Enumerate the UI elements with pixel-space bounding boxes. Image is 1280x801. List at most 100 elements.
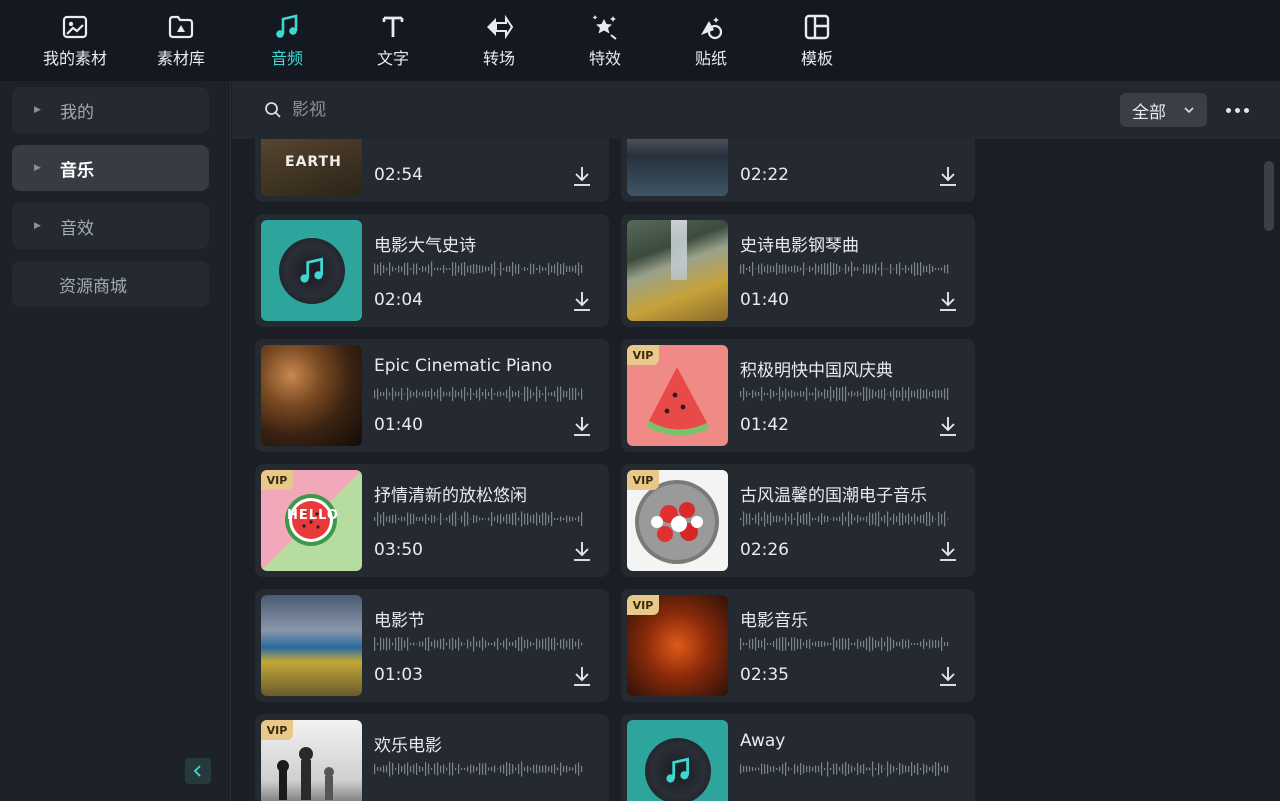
waveform [374,636,583,652]
caret-right-icon: ▶ [34,105,41,115]
track-thumbnail: VIP [627,470,728,571]
track-title: Epic Cinematic Piano [374,356,553,376]
download-icon[interactable] [937,415,959,437]
search-input[interactable] [292,97,692,123]
tab-template[interactable]: 模板 [764,0,870,81]
top-toolbar: 我的素材 素材库 音频 文字 转场 特效 贴纸 模板 [0,0,1280,81]
tab-my-media[interactable]: 我的素材 [22,0,128,81]
tab-sticker[interactable]: 贴纸 [658,0,764,81]
main-panel: 全部 EARTH 02:54 02:22 [232,81,1280,801]
tab-label: 素材库 [156,49,205,68]
track-duration: 01:03 [374,665,423,685]
collapse-sidebar-button[interactable] [185,758,211,784]
waveform [740,511,949,527]
filter-select[interactable]: 全部 [1120,93,1207,127]
tab-label: 音频 [270,49,303,68]
scrollbar-thumb[interactable] [1264,161,1274,231]
track-card[interactable]: 电影大气史诗 02:04 [255,214,609,327]
track-card[interactable]: VIP 积极明快中国风庆典 01:42 [621,339,975,452]
more-options-button[interactable] [1222,99,1252,121]
vip-badge: VIP [261,720,293,740]
effects-icon [590,12,620,42]
download-icon[interactable] [937,290,959,312]
sidebar-item-store[interactable]: 资源商城 [12,261,209,307]
download-icon[interactable] [571,415,593,437]
my-media-icon [60,12,90,42]
track-card[interactable]: Away [621,714,975,801]
track-thumbnail: EARTH [261,139,362,196]
search-bar: 全部 [232,81,1280,139]
tab-text[interactable]: 文字 [340,0,446,81]
template-icon [802,12,832,42]
track-duration: 01:42 [740,415,789,435]
track-card[interactable]: EARTH 02:54 [255,139,609,202]
sidebar-item-mine[interactable]: ▶ 我的 [12,87,209,133]
waveform [740,636,949,652]
waterfall-shape [671,220,687,280]
tab-library[interactable]: 素材库 [128,0,234,81]
waveform [374,386,583,402]
tab-transition[interactable]: 转场 [446,0,552,81]
track-card[interactable]: VIP 电影音乐 02:35 [621,589,975,702]
dot-icon [1234,107,1240,113]
track-title: 抒情清新的放松悠闲 [374,486,527,506]
download-icon[interactable] [937,665,959,687]
tab-label: 文字 [376,49,409,68]
track-duration: 02:35 [740,665,789,685]
track-duration: 02:26 [740,540,789,560]
download-icon[interactable] [937,540,959,562]
download-icon[interactable] [571,165,593,187]
sidebar-item-label: 音乐 [60,160,94,181]
track-card[interactable]: 史诗电影钢琴曲 01:40 [621,214,975,327]
track-duration: 02:22 [740,165,789,185]
tab-audio[interactable]: 音频 [234,0,340,81]
track-thumbnail: VIP [627,595,728,696]
sticker-icon [696,12,726,42]
download-icon[interactable] [571,665,593,687]
dot-icon [1243,107,1249,113]
track-title: 电影音乐 [740,611,808,631]
music-note-icon [272,12,302,42]
track-title: 古风温馨的国潮电子音乐 [740,486,927,506]
download-icon[interactable] [571,540,593,562]
track-thumbnail [627,220,728,321]
vip-badge: VIP [261,470,293,490]
track-card[interactable]: 02:22 [621,139,975,202]
track-card[interactable]: VIP 古风温馨的国潮电子音乐 02:26 [621,464,975,577]
tab-label: 模板 [800,49,833,68]
track-thumbnail [261,220,362,321]
vinyl-record-icon [645,738,711,801]
track-duration: 01:40 [740,290,789,310]
track-thumbnail [261,345,362,446]
track-thumbnail: VIP [627,345,728,446]
sidebar-item-label: 音效 [60,218,94,239]
track-card[interactable]: Epic Cinematic Piano 01:40 [255,339,609,452]
track-duration: 02:04 [374,290,423,310]
waveform [374,761,583,777]
library-icon [166,12,196,42]
track-list: EARTH 02:54 02:22 电影大气史诗 02:04 史诗电影钢琴曲 0… [232,139,1262,801]
sidebar-item-sound-effects[interactable]: ▶ 音效 [12,203,209,249]
vinyl-record-icon [279,238,345,304]
track-title: Away [740,731,786,751]
vip-badge: VIP [627,345,659,365]
track-card[interactable]: VIP HELLO SUMMER 抒情清新的放松悠闲 03:50 [255,464,609,577]
waveform [740,261,949,277]
caret-right-icon: ▶ [34,163,41,173]
sidebar-item-music[interactable]: ▶ 音乐 [12,145,209,191]
tab-label: 我的素材 [42,49,107,68]
track-card[interactable]: VIP 欢乐电影 [255,714,609,801]
track-card[interactable]: 电影节 01:03 [255,589,609,702]
download-icon[interactable] [571,290,593,312]
tab-effects[interactable]: 特效 [552,0,658,81]
track-title: 积极明快中国风庆典 [740,361,893,381]
sidebar: ▶ 我的 ▶ 音乐 ▶ 音效 资源商城 [0,81,231,801]
track-duration: 02:54 [374,165,423,185]
download-icon[interactable] [937,165,959,187]
track-title: 史诗电影钢琴曲 [740,236,859,256]
sidebar-item-label: 资源商城 [59,276,127,297]
tab-label: 贴纸 [694,49,727,68]
search-icon [265,102,281,118]
track-thumbnail [627,720,728,801]
app-window: 我的素材 素材库 音频 文字 转场 特效 贴纸 模板 ▶ 我的 ▶ 音乐 ▶ 音… [0,0,1280,801]
